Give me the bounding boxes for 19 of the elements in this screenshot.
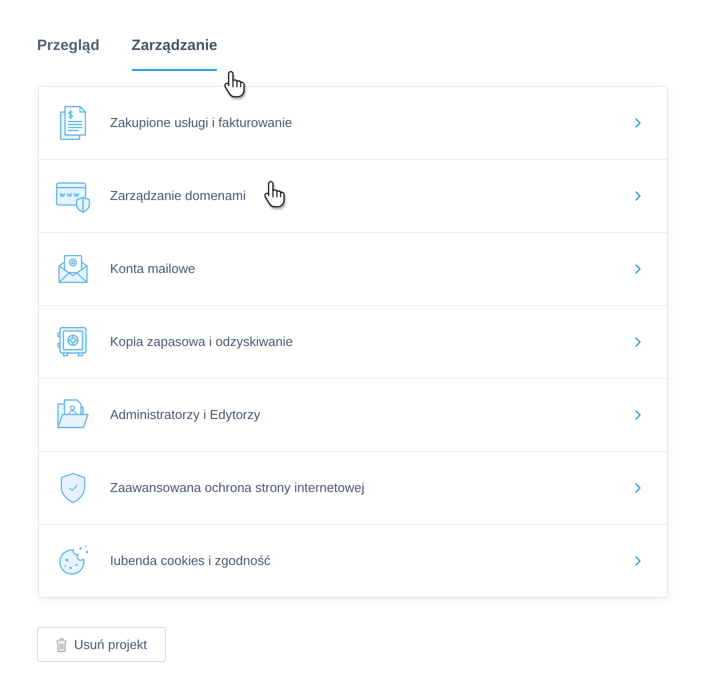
- menu-item[interactable]: Zarządzanie domenami: [39, 160, 667, 233]
- chevron-right-icon: [635, 483, 641, 493]
- menu-item[interactable]: Zaawansowana ochrona strony internetowej: [39, 452, 667, 525]
- tab[interactable]: Zarządzanie: [132, 35, 218, 71]
- tab[interactable]: Przegląd: [37, 35, 100, 71]
- trash-icon: [56, 638, 67, 652]
- menu-item[interactable]: Kopia zapasowa i odzyskiwanie: [39, 306, 667, 379]
- envelope-icon: [56, 252, 90, 286]
- menu-item[interactable]: Administratorzy i Edytorzy: [39, 379, 667, 452]
- chevron-right-icon: [635, 191, 641, 201]
- chevron-right-icon: [635, 264, 641, 274]
- chevron-right-icon: [635, 337, 641, 347]
- menu-item[interactable]: Konta mailowe: [39, 233, 667, 306]
- chevron-right-icon: [635, 556, 641, 566]
- chevron-right-icon: [635, 410, 641, 420]
- menu-item[interactable]: Iubenda cookies i zgodność: [39, 525, 667, 597]
- menu-item[interactable]: Zakupione usługi i fakturowanie: [39, 87, 667, 160]
- delete-project-button[interactable]: Usuń projekt: [37, 627, 166, 662]
- chevron-right-icon: [635, 118, 641, 128]
